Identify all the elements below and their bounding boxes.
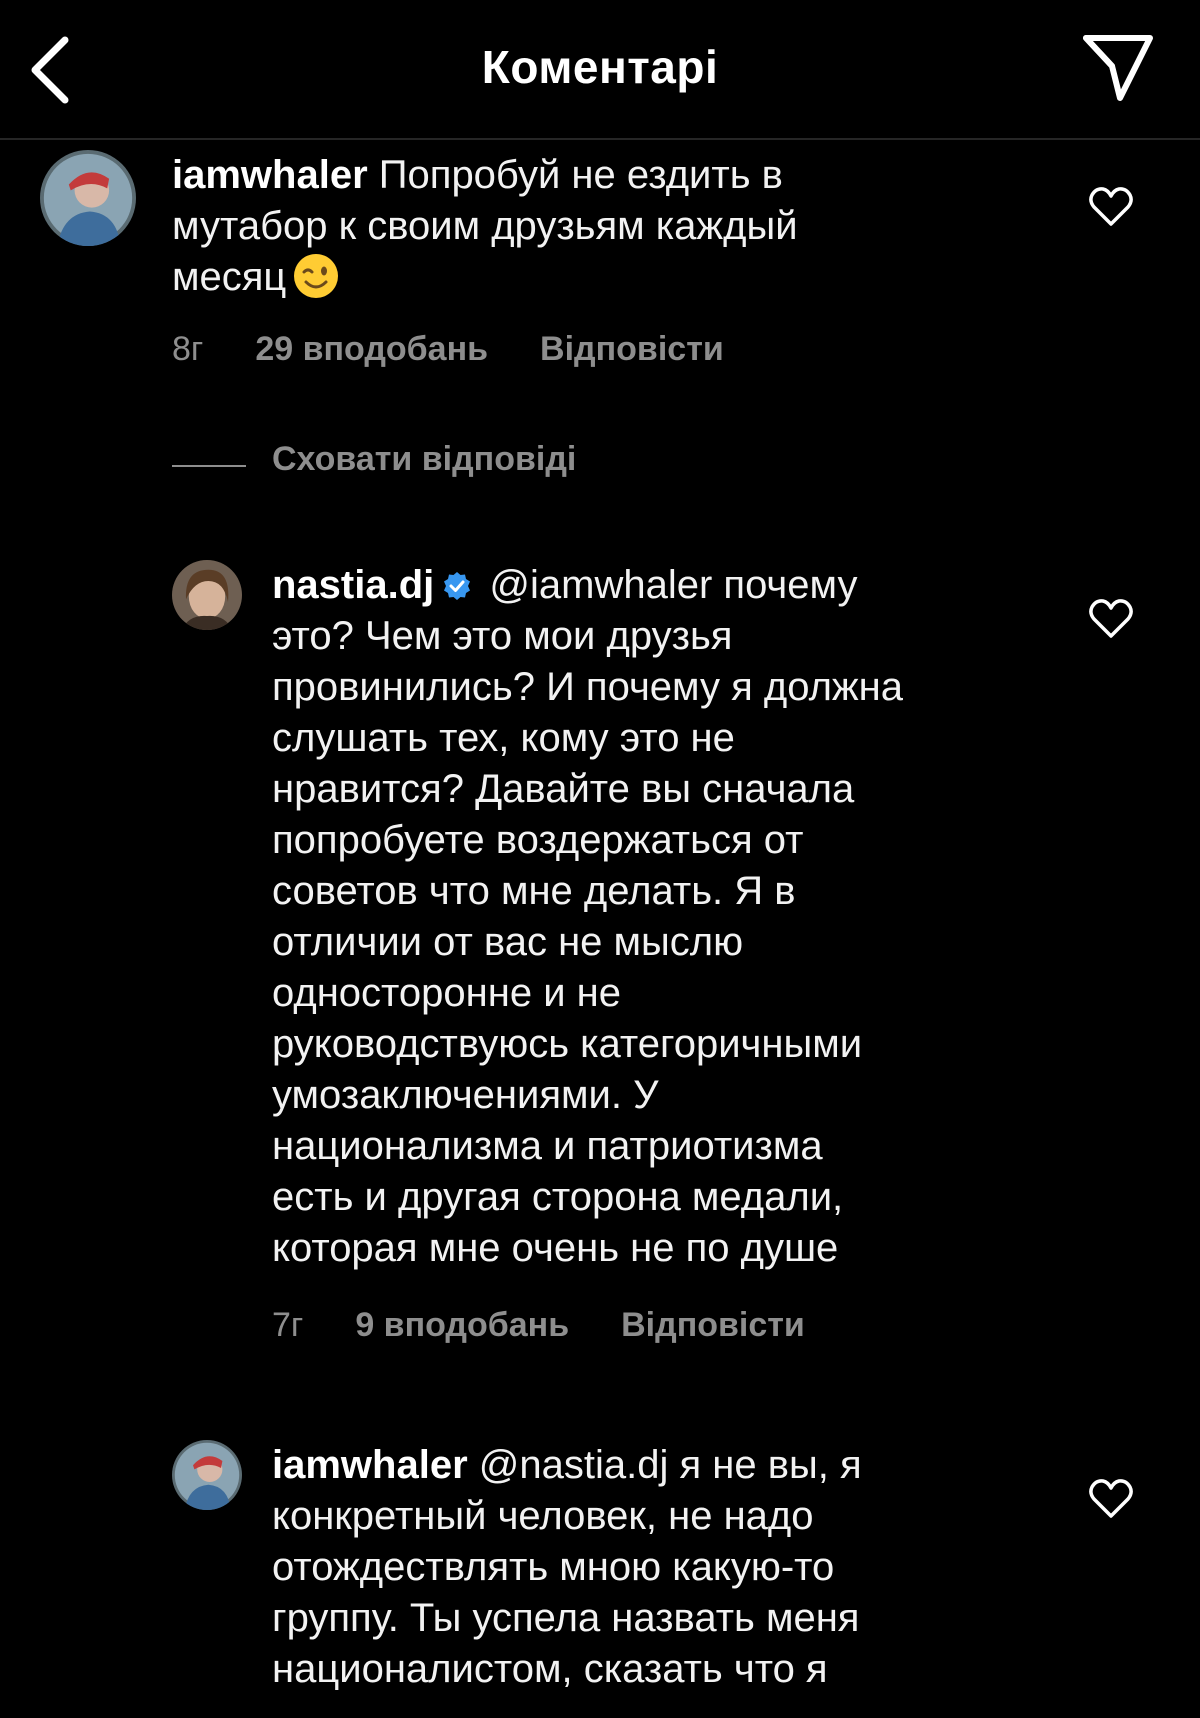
comment-username[interactable]: iamwhaler	[172, 153, 368, 197]
heart-icon	[1089, 187, 1133, 226]
comment-username[interactable]: nastia.dj	[272, 563, 434, 607]
paper-plane-icon	[1083, 35, 1153, 101]
avatar[interactable]	[40, 150, 136, 246]
page-title: Коментарі	[481, 41, 719, 93]
header-bar: Коментарі	[0, 0, 1200, 140]
comment-text: iamwhaler @nastia.dj я не вы, я конкретн…	[272, 1443, 862, 1691]
like-button[interactable]	[1088, 1478, 1134, 1520]
comment-time: 7г	[272, 1306, 304, 1344]
comment-time: 8г	[172, 330, 204, 368]
verified-badge-icon	[444, 572, 471, 600]
comment-text: iamwhaler Попробуй не ездить в мутабор к…	[172, 153, 798, 299]
comment-meta: 8г 29 вподобань Відповісти	[172, 330, 776, 369]
avatar[interactable]	[172, 1440, 242, 1510]
avatar[interactable]	[172, 560, 242, 630]
like-button[interactable]	[1088, 186, 1134, 228]
hide-replies-label: Сховати відповіді	[272, 440, 577, 478]
like-button[interactable]	[1088, 598, 1134, 640]
heart-icon	[1089, 1479, 1133, 1518]
comment-username[interactable]: iamwhaler	[272, 1443, 468, 1487]
heart-icon	[1089, 599, 1133, 638]
mention-link[interactable]: @nastia.dj	[479, 1443, 669, 1487]
comment-likes[interactable]: 9 вподобань	[355, 1306, 569, 1344]
mention-link[interactable]: @iamwhaler	[489, 563, 712, 607]
share-button[interactable]	[1078, 30, 1158, 105]
reply-button[interactable]: Відповісти	[621, 1306, 805, 1344]
comment-likes[interactable]: 29 вподобань	[255, 330, 488, 368]
comment-meta: 7г 9 вподобань Відповісти	[272, 1306, 857, 1345]
divider-line	[172, 465, 246, 467]
comment-text: nastia.dj @iamwhaler почему это? Чем это…	[272, 563, 904, 1270]
winking-face-emoji	[294, 254, 339, 298]
reply-button[interactable]: Відповісти	[540, 330, 724, 368]
